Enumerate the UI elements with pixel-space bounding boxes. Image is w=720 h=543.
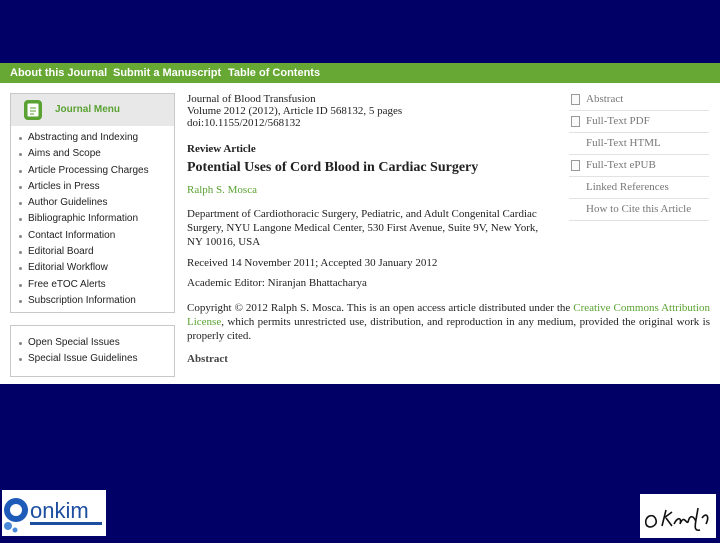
link-abstract[interactable]: Abstract — [569, 89, 709, 111]
journal-menu-list: Abstracting and Indexing Aims and Scope … — [11, 130, 174, 309]
link-epub-label: Full-Text ePUB — [586, 159, 656, 171]
nav-submit-manuscript[interactable]: Submit a Manuscript — [113, 63, 221, 83]
epub-icon — [571, 160, 580, 171]
journal-menu-title: Journal Menu — [55, 104, 121, 115]
menu-item-processing-charges[interactable]: Article Processing Charges — [11, 163, 174, 179]
academic-editor: Academic Editor: Niranjan Bhattacharya — [187, 277, 367, 289]
abstract-heading: Abstract — [187, 353, 228, 365]
menu-item-articles-in-press[interactable]: Articles in Press — [11, 179, 174, 195]
special-issues-list: Open Special Issues Special Issue Guidel… — [11, 335, 174, 368]
article-links-panel: Abstract Full-Text PDF Full-Text HTML Fu… — [569, 89, 709, 221]
menu-item-special-issue-guidelines[interactable]: Special Issue Guidelines — [11, 351, 174, 367]
menu-item-aims[interactable]: Aims and Scope — [11, 146, 174, 162]
journal-nav-bar: About this Journal Submit a Manuscript T… — [0, 63, 720, 83]
link-abstract-label: Abstract — [586, 93, 624, 105]
link-how-to-cite[interactable]: How to Cite this Article — [569, 199, 709, 221]
document-icon — [24, 100, 42, 120]
webpage-screenshot: About this Journal Submit a Manuscript T… — [0, 63, 720, 384]
link-full-text-html[interactable]: Full-Text HTML — [569, 133, 709, 155]
copyright-notice: Copyright © 2012 Ralph S. Mosca. This is… — [187, 301, 710, 343]
menu-item-bibliographic[interactable]: Bibliographic Information — [11, 211, 174, 227]
menu-item-open-special-issues[interactable]: Open Special Issues — [11, 335, 174, 351]
nav-about-journal[interactable]: About this Journal — [10, 63, 107, 83]
link-full-text-pdf[interactable]: Full-Text PDF — [569, 111, 709, 133]
author-affiliation: Department of Cardiothoracic Surgery, Pe… — [187, 208, 539, 248]
journal-menu: Journal Menu Abstracting and Indexing Ai… — [10, 93, 175, 313]
company-logo: onkim — [2, 490, 106, 536]
link-html-label: Full-Text HTML — [586, 137, 661, 149]
link-references-label: Linked References — [586, 181, 669, 193]
signature — [640, 494, 716, 538]
menu-item-editorial-board[interactable]: Editorial Board — [11, 244, 174, 260]
link-cite-label: How to Cite this Article — [586, 203, 692, 215]
article-dates: Received 14 November 2011; Accepted 30 J… — [187, 257, 438, 269]
menu-item-etoc-alerts[interactable]: Free eTOC Alerts — [11, 277, 174, 293]
svg-text:onkim: onkim — [30, 498, 89, 523]
copyright-text-start: Copyright © 2012 Ralph S. Mosca. This is… — [187, 302, 574, 314]
pdf-icon — [571, 116, 580, 127]
abstract-icon — [571, 94, 580, 105]
nav-table-of-contents[interactable]: Table of Contents — [228, 63, 320, 83]
copyright-text-end: , which permits unrestricted use, distri… — [187, 316, 710, 342]
menu-item-contact[interactable]: Contact Information — [11, 228, 174, 244]
menu-item-subscription[interactable]: Subscription Information — [11, 293, 174, 309]
link-pdf-label: Full-Text PDF — [586, 115, 650, 127]
special-issues-menu: Open Special Issues Special Issue Guidel… — [10, 325, 175, 377]
link-linked-references[interactable]: Linked References — [569, 177, 709, 199]
menu-item-editorial-workflow[interactable]: Editorial Workflow — [11, 260, 174, 276]
journal-menu-header: Journal Menu — [11, 94, 174, 126]
menu-item-abstracting[interactable]: Abstracting and Indexing — [11, 130, 174, 146]
menu-item-author-guidelines[interactable]: Author Guidelines — [11, 195, 174, 211]
link-full-text-epub[interactable]: Full-Text ePUB — [569, 155, 709, 177]
